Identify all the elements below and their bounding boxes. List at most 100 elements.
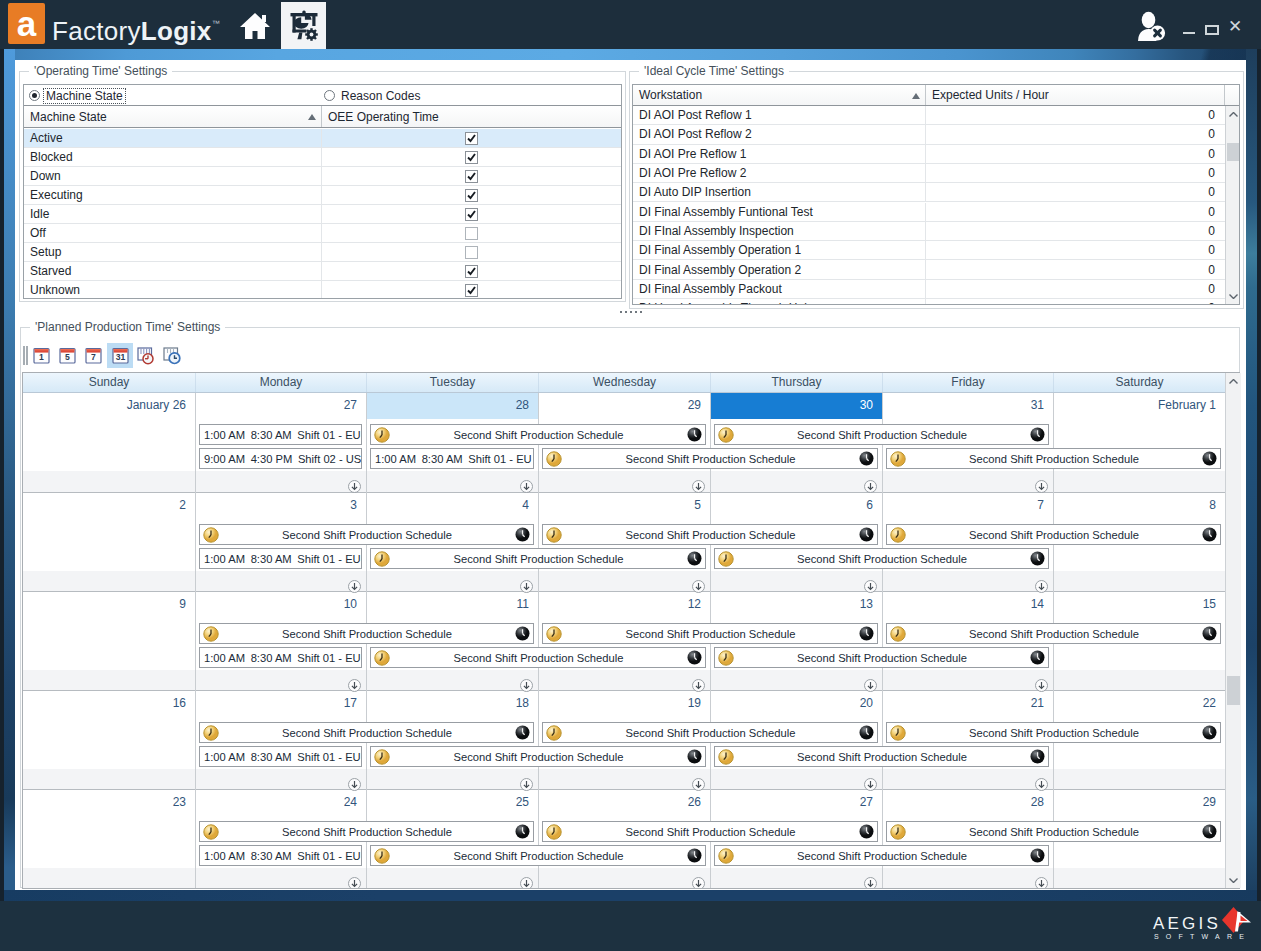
time-scale-button[interactable]: [159, 343, 185, 368]
day-cell-date-label[interactable]: 14: [882, 597, 1053, 612]
calendar-event[interactable]: Second Shift Production Schedule: [199, 623, 534, 644]
more-events-button[interactable]: [520, 778, 533, 791]
calendar-event[interactable]: Second Shift Production Schedule: [199, 524, 534, 545]
day-cell-date-label[interactable]: 4: [366, 498, 538, 513]
more-events-button[interactable]: [864, 580, 877, 593]
machine-state-row[interactable]: Unknown: [24, 281, 621, 299]
radio-reason-codes[interactable]: Reason Codes: [324, 87, 422, 104]
work-week-view-button[interactable]: 5: [54, 343, 80, 368]
calendar-event[interactable]: Second Shift Production Schedule: [714, 746, 1049, 767]
column-header-expected-units[interactable]: Expected Units / Hour: [925, 85, 1224, 105]
calendar-event[interactable]: Second Shift Production Schedule: [886, 722, 1221, 743]
workstation-row[interactable]: DI Final Assembly Operation 10: [633, 241, 1239, 260]
checkbox-unchecked[interactable]: [465, 227, 478, 240]
column-header-workstation[interactable]: Workstation: [633, 85, 925, 105]
day-cell-date-label[interactable]: 12: [538, 597, 710, 612]
day-cell-date-label[interactable]: 27: [195, 398, 366, 413]
maximize-button[interactable]: [1203, 18, 1221, 36]
day-cell-date-label[interactable]: 24: [195, 795, 366, 810]
calendar-event[interactable]: Second Shift Production Schedule: [886, 623, 1221, 644]
day-cell-date-label[interactable]: 16: [23, 696, 195, 711]
workstation-row[interactable]: DI AOI Pre Reflow 20: [633, 164, 1239, 183]
day-cell-date-label[interactable]: 25: [366, 795, 538, 810]
checkbox-checked[interactable]: [465, 132, 478, 145]
machine-state-row[interactable]: Active: [24, 129, 621, 148]
checkbox-checked[interactable]: [465, 208, 478, 221]
workstation-grid-vertical-scrollbar[interactable]: [1225, 106, 1240, 304]
more-events-button[interactable]: [864, 480, 877, 493]
day-cell-date-label[interactable]: 20: [710, 696, 882, 711]
machine-state-row[interactable]: Blocked: [24, 148, 621, 167]
day-cell-date-label[interactable]: 28: [882, 795, 1053, 810]
day-cell-date-label[interactable]: 22: [1053, 696, 1225, 711]
more-events-button[interactable]: [520, 480, 533, 493]
day-cell-date-label[interactable]: 3: [195, 498, 366, 513]
calendar-event[interactable]: 1:00 AM 8:30 AM Shift 01 - EU: [199, 845, 362, 866]
calendar-event[interactable]: Second Shift Production Schedule: [542, 821, 878, 842]
calendar-event[interactable]: Second Shift Production Schedule: [886, 448, 1221, 469]
calendar-vertical-scrollbar[interactable]: [1225, 373, 1241, 888]
calendar-event[interactable]: Second Shift Production Schedule: [370, 647, 706, 668]
checkbox-checked[interactable]: [465, 170, 478, 183]
more-events-button[interactable]: [348, 580, 361, 593]
day-cell-date-label[interactable]: 9: [23, 597, 195, 612]
scroll-down-button[interactable]: [1226, 288, 1240, 304]
workstation-row[interactable]: DI AOI Pre Reflow 10: [633, 145, 1239, 164]
more-events-button[interactable]: [692, 778, 705, 791]
more-events-button[interactable]: [692, 480, 705, 493]
more-events-button[interactable]: [864, 679, 877, 692]
day-cell-date-label[interactable]: 8: [1053, 498, 1225, 513]
calendar-event[interactable]: Second Shift Production Schedule: [370, 845, 706, 866]
day-cell-date-label[interactable]: 10: [195, 597, 366, 612]
day-cell-date-label[interactable]: 21: [882, 696, 1053, 711]
day-cell-date-label[interactable]: 18: [366, 696, 538, 711]
machine-state-row[interactable]: Idle: [24, 205, 621, 224]
month-view-button[interactable]: 31: [107, 343, 133, 368]
column-header-oee-operating-time[interactable]: OEE Operating Time: [321, 106, 621, 127]
day-cell-date-label[interactable]: 19: [538, 696, 710, 711]
more-events-button[interactable]: [692, 679, 705, 692]
calendar-event[interactable]: 1:00 AM 8:30 AM Shift 01 - EU: [199, 424, 362, 445]
more-events-button[interactable]: [1035, 480, 1048, 493]
workstation-row[interactable]: DI AOI Post Reflow 20: [633, 125, 1239, 144]
scroll-thumb[interactable]: [1227, 143, 1240, 161]
calendar-event[interactable]: Second Shift Production Schedule: [714, 647, 1049, 668]
checkbox-checked[interactable]: [465, 151, 478, 164]
day-cell-date-label[interactable]: 23: [23, 795, 195, 810]
more-events-button[interactable]: [692, 877, 705, 888]
workstation-row[interactable]: DI Final Assembly Packout0: [633, 280, 1239, 299]
checkbox-unchecked[interactable]: [465, 246, 478, 259]
scroll-thumb[interactable]: [1227, 676, 1240, 705]
close-button[interactable]: ✕: [1226, 18, 1244, 36]
week-view-button[interactable]: 7: [80, 343, 106, 368]
more-events-button[interactable]: [520, 877, 533, 888]
more-events-button[interactable]: [1035, 877, 1048, 888]
more-events-button[interactable]: [692, 580, 705, 593]
more-events-button[interactable]: [348, 480, 361, 493]
day-view-button[interactable]: 1: [28, 343, 54, 368]
calendar-event[interactable]: Second Shift Production Schedule: [542, 722, 878, 743]
day-cell-date-label[interactable]: 29: [538, 398, 710, 413]
more-events-button[interactable]: [348, 877, 361, 888]
more-events-button[interactable]: [864, 877, 877, 888]
oee-settings-button[interactable]: [281, 2, 326, 49]
calendar-event[interactable]: Second Shift Production Schedule: [370, 424, 706, 445]
workstation-row[interactable]: DI FInal Assembly Inspection0: [633, 222, 1239, 241]
calendar-event[interactable]: Second Shift Production Schedule: [714, 845, 1049, 866]
day-cell-date-label[interactable]: 5: [538, 498, 710, 513]
day-cell-date-label[interactable]: 6: [710, 498, 882, 513]
timeline-view-button[interactable]: [133, 343, 159, 368]
workstation-row[interactable]: DI Final Assembly Funtional Test0: [633, 203, 1239, 222]
calendar-event[interactable]: 9:00 AM 4:30 PM Shift 02 - US: [199, 448, 362, 469]
checkbox-checked[interactable]: [465, 265, 478, 278]
calendar-event[interactable]: 1:00 AM 8:30 AM Shift 01 - EU: [199, 548, 362, 569]
calendar-event[interactable]: Second Shift Production Schedule: [886, 524, 1221, 545]
day-cell-date-label[interactable]: 15: [1053, 597, 1225, 612]
day-cell-date-label[interactable]: 7: [882, 498, 1053, 513]
day-cell-date-label[interactable]: 29: [1053, 795, 1225, 810]
more-events-button[interactable]: [1035, 679, 1048, 692]
day-cell-date-label[interactable]: January 26: [23, 398, 195, 413]
more-events-button[interactable]: [864, 778, 877, 791]
calendar-event[interactable]: 1:00 AM 8:30 AM Shift 01 - EU: [370, 448, 534, 469]
calendar-event[interactable]: Second Shift Production Schedule: [714, 424, 1049, 445]
